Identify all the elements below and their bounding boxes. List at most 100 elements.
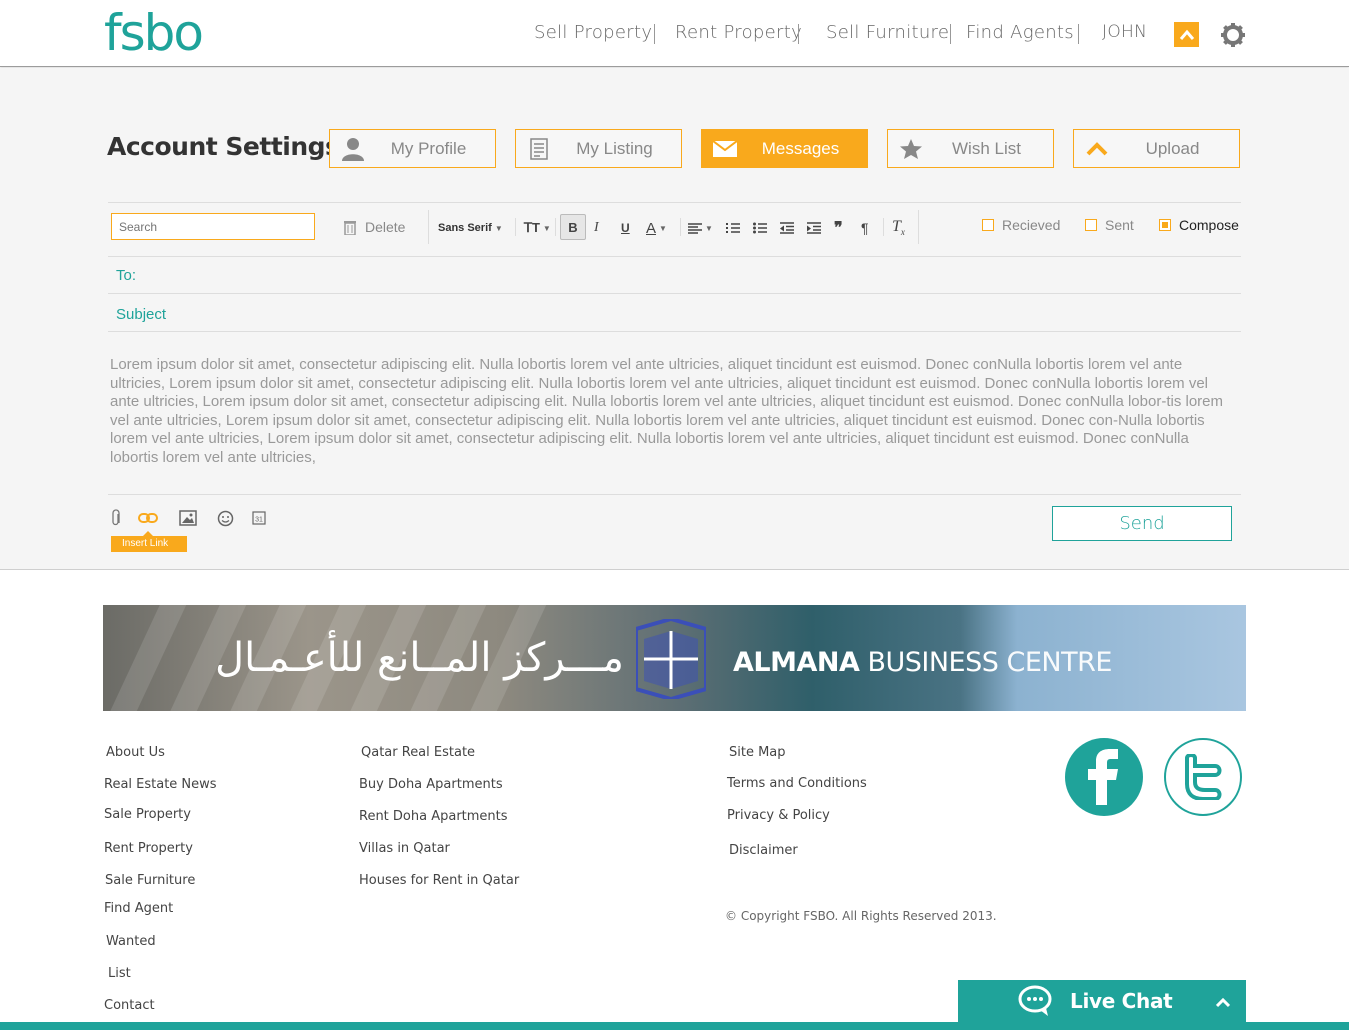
font-size-select[interactable]: ꓔT ▼ <box>524 216 551 240</box>
toolbar-divider <box>883 218 884 236</box>
divider <box>108 256 1241 257</box>
twitter-icon[interactable] <box>1164 738 1242 816</box>
link-icon[interactable] <box>138 509 158 527</box>
message-body-editor[interactable]: Lorem ipsum dolor sit amet, consectetur … <box>110 356 1240 467</box>
footer-link-houses-for-rent[interactable]: Houses for Rent in Qatar <box>359 873 519 888</box>
underline-icon: U <box>621 221 630 235</box>
nav-sell-property[interactable]: Sell Property <box>534 22 652 43</box>
toolbar-divider <box>680 218 681 236</box>
nav-divider <box>1078 24 1079 44</box>
toolbar-divider <box>428 210 429 244</box>
chevron-up-icon[interactable] <box>1216 998 1230 1008</box>
facebook-icon[interactable] <box>1065 738 1143 816</box>
text-color-icon: A <box>646 219 657 237</box>
footer-link-contact[interactable]: Contact <box>104 998 155 1013</box>
delete-label: Delete <box>365 219 406 235</box>
footer-link-list[interactable]: List <box>108 966 131 981</box>
footer-link-sale-property[interactable]: Sale Property <box>104 807 191 822</box>
divider <box>108 293 1241 294</box>
footer-link-rent-property[interactable]: Rent Property <box>104 841 193 856</box>
bold-button[interactable]: B <box>560 214 586 240</box>
upload-button[interactable] <box>1174 22 1199 47</box>
filter-sent[interactable]: Sent <box>1085 217 1134 233</box>
trash-icon <box>344 221 356 235</box>
footer-link-wanted[interactable]: Wanted <box>106 934 156 949</box>
toolbar-divider <box>515 218 516 236</box>
footer-link-disclaimer[interactable]: Disclaimer <box>729 843 798 858</box>
underline-button[interactable]: U <box>621 216 630 240</box>
footer-link-real-estate-news[interactable]: Real Estate News <box>104 777 217 792</box>
footer-link-about-us[interactable]: About Us <box>106 745 165 760</box>
quote-icon: ❞ <box>834 220 843 237</box>
filter-received[interactable]: Recieved <box>982 217 1060 233</box>
footer-link-qatar-real-estate[interactable]: Qatar Real Estate <box>361 745 475 760</box>
align-left-icon <box>688 222 702 234</box>
filter-compose[interactable]: Compose <box>1159 217 1239 233</box>
image-icon[interactable] <box>178 509 198 527</box>
clear-format-button[interactable]: Tx <box>892 216 905 240</box>
nav-rent-property[interactable]: Rent Property <box>675 22 802 43</box>
indent-icon <box>807 222 821 234</box>
delete-button[interactable]: Delete <box>343 219 405 235</box>
nav-divider <box>950 24 951 44</box>
footer-link-rent-doha-apartments[interactable]: Rent Doha Apartments <box>359 809 508 824</box>
footer-link-find-agent[interactable]: Find Agent <box>104 901 173 916</box>
list-icon <box>516 137 562 160</box>
chevron-up-icon <box>1179 29 1194 40</box>
fsbo-logo[interactable]: fsbo <box>104 8 204 58</box>
indent-button[interactable] <box>807 216 821 240</box>
nav-sell-furniture[interactable]: Sell Furniture <box>826 22 949 43</box>
footer-link-privacy[interactable]: Privacy & Policy <box>727 808 830 823</box>
bullet-list-icon <box>753 222 767 234</box>
align-select[interactable]: ▼ <box>688 216 713 240</box>
bullet-list-button[interactable] <box>753 216 767 240</box>
send-button[interactable]: Send <box>1052 506 1232 541</box>
tab-label: My Profile <box>390 138 467 158</box>
tab-my-profile[interactable]: My Profile <box>329 129 496 168</box>
text-color-select[interactable]: A ▼ <box>646 216 667 240</box>
footer-link-terms[interactable]: Terms and Conditions <box>727 776 867 791</box>
to-field[interactable]: To: <box>116 267 136 284</box>
outdent-icon <box>780 222 794 234</box>
nav-find-agents[interactable]: Find Agents <box>966 22 1074 43</box>
caret-down-icon: ▼ <box>659 223 667 233</box>
checkbox[interactable] <box>982 219 994 231</box>
tab-wish-list[interactable]: Wish List <box>887 129 1054 168</box>
brand-bold: ALMANA <box>733 647 860 678</box>
footer-link-villas-in-qatar[interactable]: Villas in Qatar <box>359 841 450 856</box>
settings-gear-icon[interactable] <box>1220 22 1246 48</box>
tab-label: Messages <box>761 138 840 158</box>
live-chat-widget[interactable]: Live Chat <box>958 980 1246 1024</box>
tab-my-listing[interactable]: My Listing <box>515 129 682 168</box>
message-search-input[interactable] <box>111 213 315 240</box>
paragraph-icon: ¶ <box>861 220 869 236</box>
subject-field[interactable]: Subject <box>116 306 166 323</box>
footer-link-sale-furniture[interactable]: Sale Furniture <box>105 873 195 888</box>
emoji-icon[interactable] <box>215 509 235 527</box>
tab-label: My Listing <box>576 138 653 158</box>
tab-messages[interactable]: Messages <box>701 129 868 168</box>
checkbox[interactable] <box>1085 219 1097 231</box>
user-name[interactable]: JOHN <box>1102 22 1147 42</box>
italic-icon: I <box>594 220 599 235</box>
footer-link-buy-doha-apartments[interactable]: Buy Doha Apartments <box>359 777 503 792</box>
tab-label: Wish List <box>952 138 1021 158</box>
blockquote-button[interactable]: ❞ <box>834 216 843 240</box>
ordered-list-button[interactable] <box>726 216 740 240</box>
footer-link-site-map[interactable]: Site Map <box>729 745 786 760</box>
upload-icon <box>1074 141 1120 156</box>
caret-down-icon: ▼ <box>542 223 551 233</box>
checkbox-checked[interactable] <box>1159 219 1171 231</box>
almana-banner-ad[interactable]: مـــركز المــانع للأعـمـال ALMANA BUSINE… <box>103 605 1246 711</box>
paperclip-icon[interactable] <box>106 509 126 527</box>
italic-button[interactable]: I <box>594 216 599 240</box>
font-family-select[interactable]: Sans Serif ▼ <box>438 216 503 240</box>
outdent-button[interactable] <box>780 216 794 240</box>
caret-down-icon: ▼ <box>705 223 713 233</box>
numbered-list-icon <box>726 223 740 233</box>
tab-upload[interactable]: Upload <box>1073 129 1240 168</box>
calendar-icon[interactable]: 31 <box>249 509 269 527</box>
banner-arabic-text: مـــركز المــانع للأعـمـال <box>215 635 624 681</box>
divider <box>108 202 1241 203</box>
text-direction-button[interactable]: ¶ <box>861 216 869 240</box>
